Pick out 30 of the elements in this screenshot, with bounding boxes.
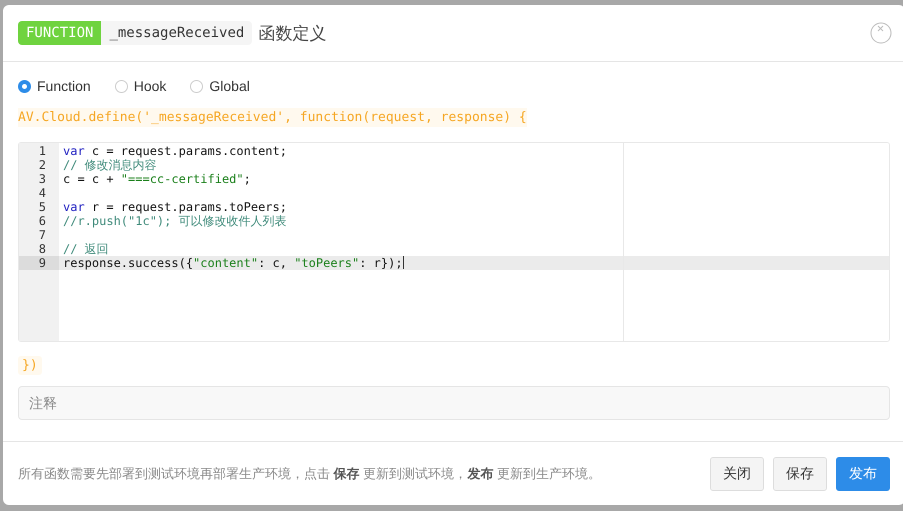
code-line: //r.push("1c"); 可以修改收件人列表 xyxy=(63,214,287,228)
line-number: 7 xyxy=(38,228,47,242)
dialog-button[interactable]: 保存 xyxy=(773,456,827,490)
line-number: 3 xyxy=(38,172,47,186)
code-line: c = c + "===cc-certified"; xyxy=(63,172,251,186)
code-editor[interactable]: 1 2 3 4 5 6 7 8 9 var c = request.params.content; // 修改消息内容 c = c + "===cc-certified"; var r = request.params.toPeers; //r.push("1c"); 可以修改收件人列表 // 返回 response.success({"content": c, "toPeers": r}); xyxy=(18,142,890,342)
dialog-title: 函数定义 xyxy=(258,22,326,44)
type-radio[interactable]: Hook xyxy=(114,78,166,94)
code-line: var r = request.params.toPeers; xyxy=(63,200,287,214)
close-icon[interactable] xyxy=(870,22,892,44)
code-line: var c = request.params.content; xyxy=(63,144,287,158)
line-number: 9 xyxy=(19,256,59,270)
code-prefix: AV.Cloud.define('_messageReceived', function(request, response) { xyxy=(18,108,527,127)
line-number: 6 xyxy=(38,214,47,228)
function-name: _messageReceived xyxy=(101,21,252,45)
line-number: 5 xyxy=(38,200,47,214)
dialog-button[interactable]: 关闭 xyxy=(710,456,764,490)
line-number: 1 xyxy=(38,144,47,158)
line-number: 4 xyxy=(38,186,47,200)
code-line: response.success({"content": c, "toPeers": r}); xyxy=(63,256,404,270)
comment-field[interactable]: 注释 xyxy=(18,386,890,420)
line-number: 8 xyxy=(38,242,47,256)
type-radio[interactable]: Function xyxy=(18,78,91,94)
line-number: 2 xyxy=(38,158,47,172)
function-badge: FUNCTION xyxy=(18,21,102,45)
type-radio[interactable]: Global xyxy=(190,78,250,94)
code-suffix: }) xyxy=(18,356,42,375)
code-line: // 返回 xyxy=(63,242,109,256)
footer-note: 所有函数需要先部署到测试环境再部署生产环境，点击 保存 更新到测试环境，发布 更新到生产环境。 xyxy=(18,464,601,482)
code-line: // 修改消息内容 xyxy=(63,158,157,172)
